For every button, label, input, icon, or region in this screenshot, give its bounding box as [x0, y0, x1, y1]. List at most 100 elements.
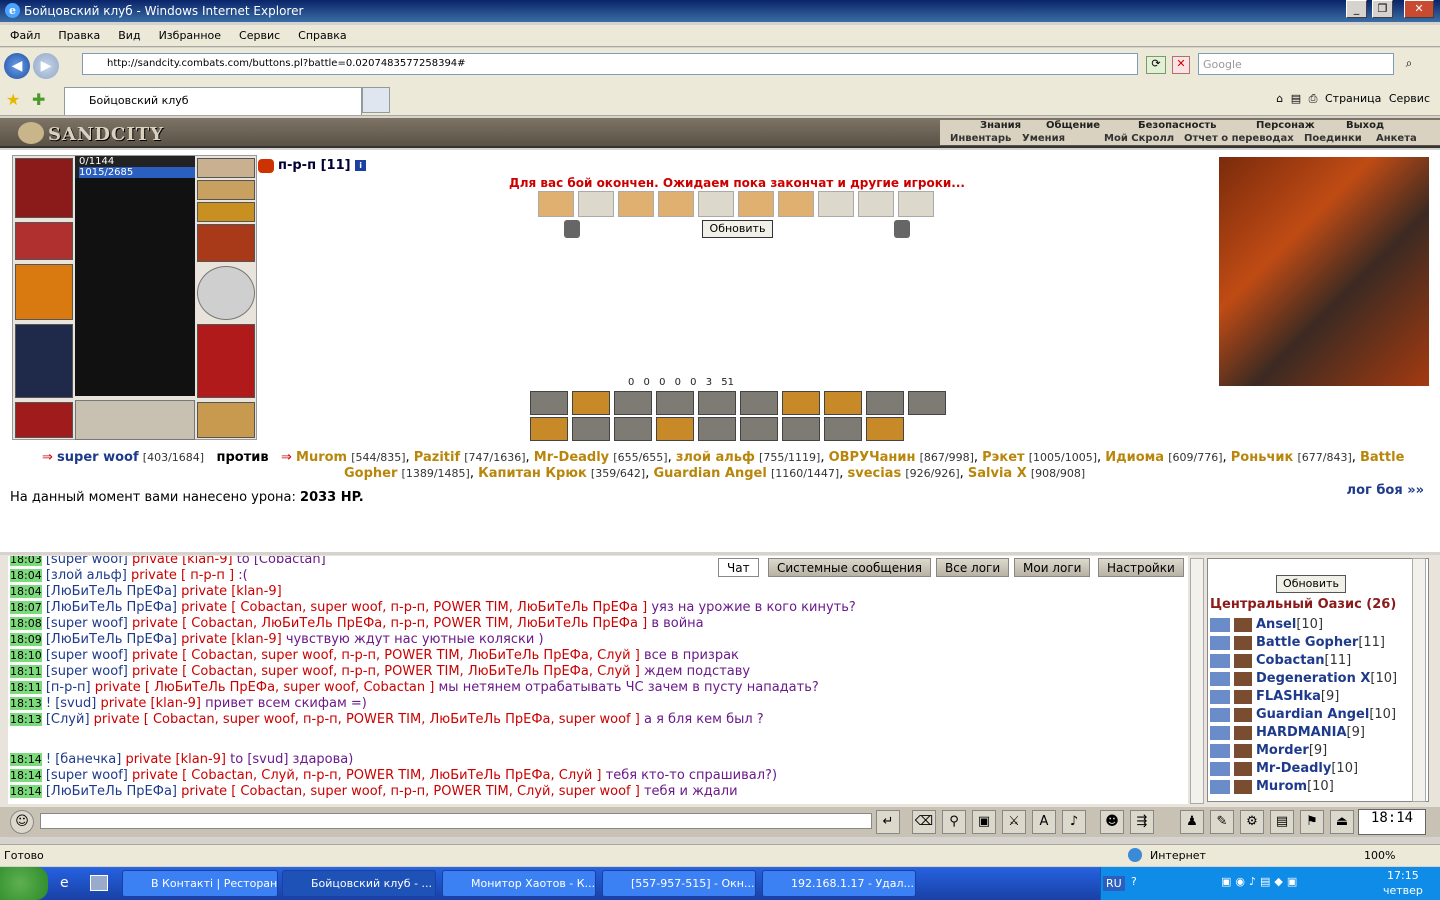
print-icon[interactable]: ⎙	[1309, 92, 1318, 105]
scroll-slot[interactable]	[778, 191, 814, 217]
chat-timestamp[interactable]: 18:10	[10, 649, 42, 662]
user-row[interactable]: FLASHka[9]	[1210, 689, 1339, 704]
stop-icon[interactable]: ✕	[1172, 56, 1190, 74]
trick-slot[interactable]	[740, 417, 778, 441]
start-button[interactable]	[0, 867, 48, 900]
pants-slot[interactable]	[197, 324, 255, 398]
smile-menu-icon[interactable]: ☺	[10, 810, 34, 834]
nav-character[interactable]: Персонаж	[1256, 120, 1315, 131]
page-menu[interactable]: Страница	[1325, 92, 1381, 105]
weapon-slot[interactable]	[15, 264, 73, 320]
url-input[interactable]: http://sandcity.combats.com/buttons.pl?b…	[82, 53, 1138, 75]
user-name[interactable]: Morder	[1256, 743, 1309, 758]
user-name[interactable]: FLASHka	[1256, 689, 1321, 704]
tab-my-logs[interactable]: Мои логи	[1014, 558, 1091, 577]
save-icon[interactable]: ▣	[972, 810, 996, 834]
task-remote-desktop[interactable]: 192.168.1.17 - Удал...	[762, 870, 916, 897]
search-icon[interactable]: ⌕	[1398, 56, 1420, 74]
nav-security[interactable]: Безопасность	[1138, 120, 1217, 131]
chat-scrollbar[interactable]	[1190, 558, 1204, 804]
enemy-name[interactable]: Pazitif	[414, 450, 460, 465]
user-name[interactable]: Degeneration X	[1256, 671, 1370, 686]
scroll-slot[interactable]	[658, 191, 694, 217]
user-row[interactable]: Murom[10]	[1210, 779, 1334, 794]
private-message-icon[interactable]	[1210, 635, 1230, 650]
chat-recipients[interactable]: private [ п-р-п ]	[131, 568, 234, 583]
task-chaos-monitor[interactable]: Монитор Хаотов - К...	[442, 870, 596, 897]
forward-button[interactable]: ▶	[33, 53, 59, 79]
feeds-icon[interactable]: ▤	[1291, 92, 1301, 105]
refresh-icon[interactable]: ⟳	[1146, 56, 1166, 74]
user-row[interactable]: Mr-Deadly[10]	[1210, 761, 1358, 776]
user-name[interactable]: HARDMANIA	[1256, 725, 1347, 740]
exit-icon[interactable]: ⏏	[1330, 810, 1354, 834]
private-message-icon[interactable]	[1210, 743, 1230, 758]
gloves-slot[interactable]	[197, 224, 255, 262]
chat-timestamp[interactable]: 18:04	[10, 585, 42, 598]
chat-nick[interactable]: [super woof]	[46, 664, 128, 679]
private-message-icon[interactable]	[1210, 653, 1230, 668]
scroll-slot[interactable]	[738, 191, 774, 217]
trick-slot[interactable]	[614, 417, 652, 441]
search-input[interactable]: Google	[1198, 53, 1394, 75]
tab-settings[interactable]: Настройки	[1098, 558, 1184, 577]
scroll-slot[interactable]	[858, 191, 894, 217]
trick-slot[interactable]	[530, 417, 568, 441]
scroll-slot[interactable]	[578, 191, 614, 217]
send-icon[interactable]: ↵	[876, 810, 900, 834]
private-message-icon[interactable]	[1210, 617, 1230, 632]
trick-slot[interactable]	[908, 391, 946, 415]
private-message-icon[interactable]	[1210, 689, 1230, 704]
chat-recipients[interactable]: private [klan-9]	[100, 696, 201, 711]
chat-nick[interactable]: [п-р-п]	[46, 680, 91, 695]
help-tray-icon[interactable]: ?	[1131, 875, 1137, 888]
chat-timestamp[interactable]: 18:11	[10, 681, 42, 694]
chat-nick[interactable]: [ЛюБиТеЛь ПрЕФа]	[46, 784, 177, 799]
private-message-icon[interactable]	[1210, 779, 1230, 794]
trick-slot[interactable]	[572, 417, 610, 441]
tools-menu[interactable]: Сервис	[1389, 92, 1430, 105]
user-row[interactable]: Morder[9]	[1210, 743, 1327, 758]
user-row[interactable]: HARDMANIA[9]	[1210, 725, 1365, 740]
menu-file[interactable]: Файл	[0, 25, 48, 42]
fast-icon[interactable]: ⇶	[1130, 810, 1154, 834]
enemy-name[interactable]: Роньчик	[1231, 450, 1294, 465]
close-button[interactable]: ✕	[1404, 0, 1434, 18]
scroll-slot[interactable]	[618, 191, 654, 217]
scroll-slot[interactable]	[538, 191, 574, 217]
chat-recipients[interactable]: private [klan-9]	[132, 556, 233, 567]
chat-recipients[interactable]: private [ Cobactan, super woof, п-р-п, P…	[181, 600, 647, 615]
trick-slot[interactable]	[656, 417, 694, 441]
menu-favorites[interactable]: Избранное	[149, 25, 229, 42]
tab-all-logs[interactable]: Все логи	[936, 558, 1010, 577]
enemy-name[interactable]: svecias	[847, 466, 901, 481]
nav-knowledge[interactable]: Знания	[980, 120, 1021, 131]
chat-timestamp[interactable]: 18:08	[10, 617, 42, 630]
enemy-name[interactable]: ОВРУЧанин	[829, 450, 916, 465]
chat-recipients[interactable]: private [klan-9]	[125, 752, 226, 767]
task-vkontakte[interactable]: В Контакті | Ресторан...	[122, 870, 278, 897]
translit-icon[interactable]: A	[1032, 810, 1056, 834]
scroll-slot[interactable]	[818, 191, 854, 217]
private-message-icon[interactable]	[1210, 761, 1230, 776]
nav-my-scroll[interactable]: Мой Скролл	[1104, 133, 1174, 144]
chat-recipients[interactable]: private [ Cobactan, super woof, п-р-п, P…	[181, 784, 640, 799]
chat-timestamp[interactable]: 18:13	[10, 697, 42, 710]
menu-view[interactable]: Вид	[108, 25, 148, 42]
nav-skills[interactable]: Умения	[1022, 133, 1065, 144]
new-tab-button[interactable]	[362, 87, 390, 113]
chat-nick[interactable]: [super woof]	[46, 768, 128, 783]
clan-icon[interactable]: ♟	[1180, 810, 1204, 834]
enemy-name[interactable]: злой альф	[676, 450, 755, 465]
user-name[interactable]: Murom	[1256, 779, 1307, 794]
chat-input[interactable]	[40, 813, 872, 829]
sound-icon[interactable]: ♪	[1062, 810, 1086, 834]
shield-slot[interactable]	[197, 266, 255, 320]
chat-timestamp[interactable]: 18:14	[10, 785, 42, 798]
private-message-icon[interactable]	[1210, 671, 1230, 686]
chat-nick[interactable]: [ЛюБиТеЛь ПрЕФа]	[46, 600, 177, 615]
user-name[interactable]: Battle Gopher	[1256, 635, 1358, 650]
chat-recipients[interactable]: private [ ЛюБиТеЛь ПрЕФа, super woof, Co…	[95, 680, 435, 695]
chat-timestamp[interactable]: 18:14	[10, 769, 42, 782]
self-name[interactable]: super woof	[57, 450, 139, 465]
